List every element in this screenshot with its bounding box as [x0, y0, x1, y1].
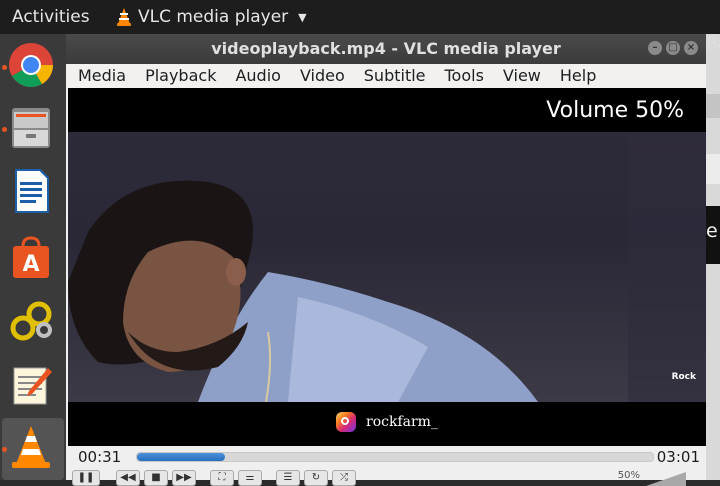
background-window-strip [706, 154, 720, 184]
menu-subtitle[interactable]: Subtitle [353, 64, 434, 88]
svg-text:A: A [22, 252, 39, 277]
vlc-icon [117, 8, 131, 26]
next-button[interactable]: ▶▶ [172, 470, 196, 486]
activities-button[interactable]: Activities [12, 7, 90, 27]
loop-button[interactable]: ↻ [304, 470, 328, 486]
menu-audio[interactable]: Audio [224, 64, 288, 88]
pause-button[interactable]: ❚❚ [72, 470, 100, 486]
vlc-window: videoplayback.mp4 - VLC media player – □… [66, 34, 706, 486]
window-titlebar[interactable]: videoplayback.mp4 - VLC media player – □… [66, 34, 706, 64]
running-indicator [2, 65, 7, 70]
background-window-text: Ba [706, 34, 720, 54]
previous-button[interactable]: ◀◀ [116, 470, 140, 486]
instagram-handle: rockfarm_ [366, 414, 438, 430]
menu-view[interactable]: View [492, 64, 549, 88]
app-menu-label: VLC media player [138, 7, 289, 27]
close-button[interactable]: × [684, 41, 698, 55]
menu-media[interactable]: Media [66, 64, 134, 88]
volume-slider[interactable] [646, 472, 686, 486]
text-editor-icon [13, 367, 52, 405]
instagram-icon [336, 412, 356, 432]
video-frame-image [68, 132, 706, 403]
menu-tools[interactable]: Tools [434, 64, 492, 88]
dock: A [0, 34, 66, 480]
menu-playback[interactable]: Playback [134, 64, 224, 88]
total-time: 03:01 [656, 448, 700, 466]
stop-button[interactable]: ■ [144, 470, 168, 486]
control-buttons: ❚❚ ◀◀ ■ ▶▶ ⛶ ⚌ ☰ ↻ ⤮ [72, 470, 356, 486]
software-icon: A [13, 236, 49, 278]
seek-slider[interactable] [136, 452, 654, 462]
fullscreen-button[interactable]: ⛶ [210, 470, 234, 486]
background-window-text: e [706, 220, 718, 242]
background-window: Ba e [706, 34, 720, 480]
settings-icon [10, 301, 52, 341]
dock-software[interactable]: A [8, 234, 58, 284]
playlist-button[interactable]: ☰ [276, 470, 300, 486]
chevron-down-icon: ▼ [298, 10, 307, 24]
top-bar: Activities VLC media player ▼ [0, 0, 720, 34]
dock-chrome[interactable] [8, 42, 58, 92]
dock-writer[interactable] [8, 168, 58, 218]
running-indicator [2, 447, 7, 452]
maximize-button[interactable]: □ [666, 41, 680, 55]
files-icon [12, 108, 50, 148]
menu-video[interactable]: Video [289, 64, 353, 88]
video-watermark: Rock [671, 372, 696, 382]
menu-help[interactable]: Help [549, 64, 604, 88]
instagram-overlay: rockfarm_ [336, 412, 438, 432]
video-frame: Rock [68, 132, 706, 403]
background-window-strip [706, 94, 720, 118]
extended-settings-button[interactable]: ⚌ [238, 470, 262, 486]
current-time: 00:31 [78, 448, 122, 466]
volume-label: 50% [617, 470, 640, 481]
app-menu[interactable]: VLC media player ▼ [116, 7, 307, 27]
window-title: videoplayback.mp4 - VLC media player [211, 39, 561, 58]
running-indicator [2, 127, 7, 132]
volume-osd: Volume 50% [546, 98, 684, 123]
dock-files[interactable] [8, 104, 58, 154]
playback-controls: 00:31 03:01 ❚❚ ◀◀ ■ ▶▶ ⛶ ⚌ ☰ ↻ ⤮ 50% [66, 446, 706, 486]
seek-progress [137, 453, 225, 461]
vlc-icon [12, 426, 50, 468]
chrome-icon [9, 43, 53, 87]
video-area[interactable]: Rock Volume 50% rockfarm_ [68, 88, 706, 446]
dock-vlc[interactable] [8, 424, 58, 474]
shuffle-button[interactable]: ⤮ [332, 470, 356, 486]
dock-text-editor[interactable] [8, 362, 58, 412]
writer-icon [15, 169, 49, 213]
menu-bar: Media Playback Audio Video Subtitle Tool… [66, 64, 706, 88]
minimize-button[interactable]: – [648, 41, 662, 55]
dock-settings[interactable] [8, 298, 58, 348]
